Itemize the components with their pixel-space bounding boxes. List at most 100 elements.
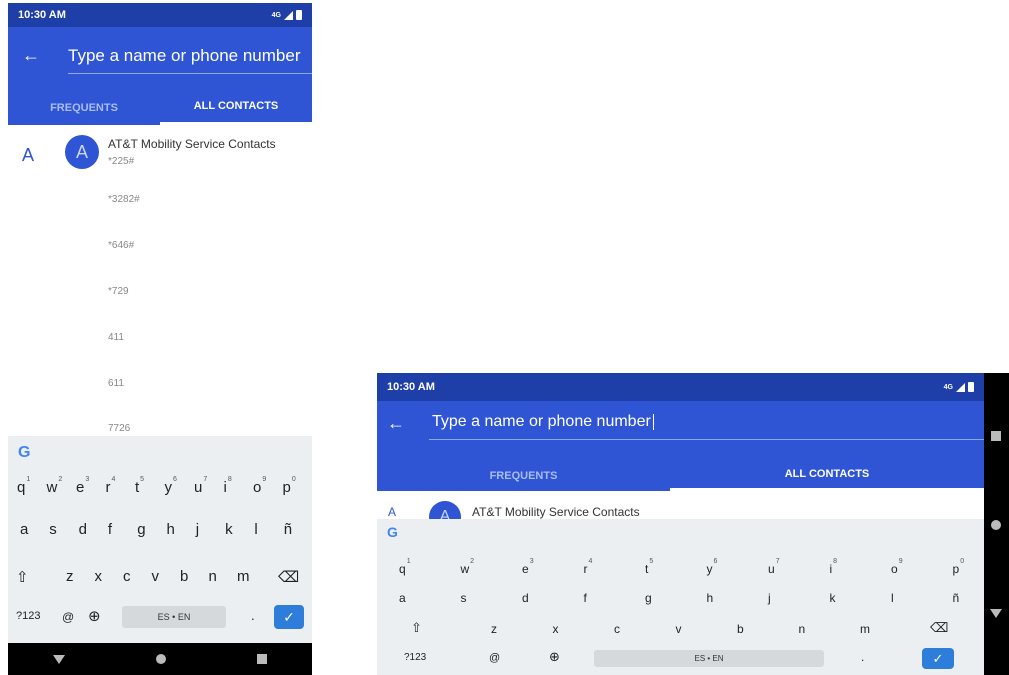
- key-v[interactable]: v: [676, 622, 682, 636]
- search-input[interactable]: [68, 42, 308, 70]
- key-g[interactable]: g: [137, 521, 145, 538]
- space-key[interactable]: ES • EN: [122, 606, 226, 628]
- tab-all-contacts[interactable]: ALL CONTACTS: [160, 91, 312, 125]
- key-f[interactable]: f: [584, 591, 587, 605]
- globe-icon[interactable]: ⊕: [88, 607, 101, 625]
- key-l[interactable]: l: [254, 521, 257, 538]
- key-d[interactable]: d: [522, 591, 529, 605]
- key-r[interactable]: r4: [584, 558, 593, 576]
- symbols-key[interactable]: ?123: [16, 610, 40, 622]
- key-k[interactable]: k: [225, 521, 233, 538]
- nav-back-icon[interactable]: [53, 654, 66, 664]
- key-w[interactable]: w2: [47, 476, 63, 496]
- key-f[interactable]: f: [108, 521, 112, 538]
- contact-number[interactable]: *729: [108, 286, 129, 297]
- key-t[interactable]: t5: [135, 476, 144, 496]
- google-logo-icon[interactable]: G: [18, 444, 30, 462]
- contact-number[interactable]: *646#: [108, 240, 134, 251]
- key-n[interactable]: n: [209, 568, 217, 585]
- key-q[interactable]: q1: [17, 476, 30, 496]
- nav-recents-icon[interactable]: [991, 431, 1001, 441]
- nav-home-icon[interactable]: [991, 520, 1001, 530]
- search-underline: [429, 439, 984, 440]
- back-arrow-icon[interactable]: ←: [387, 413, 405, 434]
- globe-icon[interactable]: ⊕: [549, 649, 560, 665]
- key-h[interactable]: h: [707, 591, 714, 605]
- backspace-key[interactable]: ⌫: [278, 568, 299, 586]
- key-g[interactable]: g: [645, 591, 652, 605]
- key-e[interactable]: e3: [76, 476, 89, 496]
- key-i[interactable]: i8: [830, 558, 838, 576]
- key-c[interactable]: c: [123, 568, 131, 585]
- contact-number[interactable]: 611: [108, 378, 124, 389]
- period-key[interactable]: .: [251, 608, 255, 623]
- backspace-key[interactable]: ⌫: [930, 620, 948, 636]
- key-ñ[interactable]: ñ: [284, 521, 292, 538]
- key-k[interactable]: k: [830, 591, 836, 605]
- key-o[interactable]: o9: [253, 476, 266, 496]
- nav-home-icon[interactable]: [155, 654, 166, 664]
- contact-name[interactable]: AT&T Mobility Service Contacts: [472, 505, 640, 519]
- period-key[interactable]: .: [861, 650, 864, 664]
- symbols-key[interactable]: ?123: [404, 652, 426, 663]
- key-letter: h: [706, 591, 714, 605]
- shift-key[interactable]: ⇧: [411, 620, 422, 636]
- tab-frequents[interactable]: FREQUENTS: [8, 91, 160, 125]
- contact-avatar[interactable]: A: [429, 501, 461, 519]
- tab-all-contacts[interactable]: ALL CONTACTS: [670, 461, 984, 491]
- contact-number[interactable]: 7726: [108, 423, 130, 434]
- contact-name[interactable]: AT&T Mobility Service Contacts: [108, 137, 276, 151]
- key-s[interactable]: s: [49, 521, 57, 538]
- enter-key[interactable]: ✓: [274, 605, 304, 629]
- key-z[interactable]: z: [491, 622, 497, 636]
- at-key[interactable]: @: [489, 652, 500, 664]
- tab-frequents[interactable]: FREQUENTS: [377, 461, 670, 491]
- key-v[interactable]: v: [152, 568, 160, 585]
- back-arrow-icon[interactable]: ←: [22, 45, 40, 66]
- key-o[interactable]: o9: [891, 558, 903, 576]
- contact-number[interactable]: 411: [108, 332, 124, 343]
- key-j[interactable]: j: [196, 521, 199, 538]
- key-d[interactable]: d: [79, 521, 87, 538]
- key-x[interactable]: x: [553, 622, 559, 636]
- key-a[interactable]: a: [20, 521, 28, 538]
- key-w[interactable]: w2: [461, 558, 475, 576]
- shift-key[interactable]: ⇧: [16, 568, 29, 586]
- key-p[interactable]: p0: [953, 558, 965, 576]
- key-n[interactable]: n: [799, 622, 806, 636]
- key-s[interactable]: s: [461, 591, 467, 605]
- google-logo-icon[interactable]: G: [387, 524, 398, 540]
- nav-back-icon[interactable]: [990, 609, 1002, 618]
- key-p[interactable]: p0: [283, 476, 296, 496]
- key-a[interactable]: a: [399, 591, 406, 605]
- search-field[interactable]: Type a name or phone number: [432, 413, 654, 431]
- key-y[interactable]: y6: [165, 476, 177, 496]
- key-letter: s: [49, 521, 57, 538]
- contact-number[interactable]: *3282#: [108, 194, 140, 205]
- key-z[interactable]: z: [66, 568, 74, 585]
- key-u[interactable]: u7: [768, 558, 780, 576]
- key-m[interactable]: m: [860, 622, 870, 636]
- key-b[interactable]: b: [737, 622, 744, 636]
- key-e[interactable]: e3: [522, 558, 534, 576]
- key-j[interactable]: j: [768, 591, 771, 605]
- key-h[interactable]: h: [167, 521, 175, 538]
- enter-key[interactable]: ✓: [922, 648, 954, 669]
- at-key[interactable]: @: [62, 610, 74, 624]
- key-i[interactable]: i8: [224, 476, 232, 496]
- key-q[interactable]: q1: [399, 558, 411, 576]
- key-x[interactable]: x: [95, 568, 103, 585]
- nav-recents-icon[interactable]: [256, 654, 267, 664]
- key-b[interactable]: b: [180, 568, 188, 585]
- key-m[interactable]: m: [237, 568, 250, 585]
- key-c[interactable]: c: [614, 622, 620, 636]
- space-key[interactable]: ES • EN: [594, 650, 824, 667]
- contact-number[interactable]: *225#: [108, 156, 134, 167]
- key-r[interactable]: r4: [106, 476, 116, 496]
- key-y[interactable]: y6: [707, 558, 718, 576]
- key-ñ[interactable]: ñ: [953, 591, 960, 605]
- key-t[interactable]: t5: [645, 558, 653, 576]
- contact-avatar[interactable]: A: [65, 135, 99, 169]
- key-u[interactable]: u7: [194, 476, 207, 496]
- key-l[interactable]: l: [891, 591, 894, 605]
